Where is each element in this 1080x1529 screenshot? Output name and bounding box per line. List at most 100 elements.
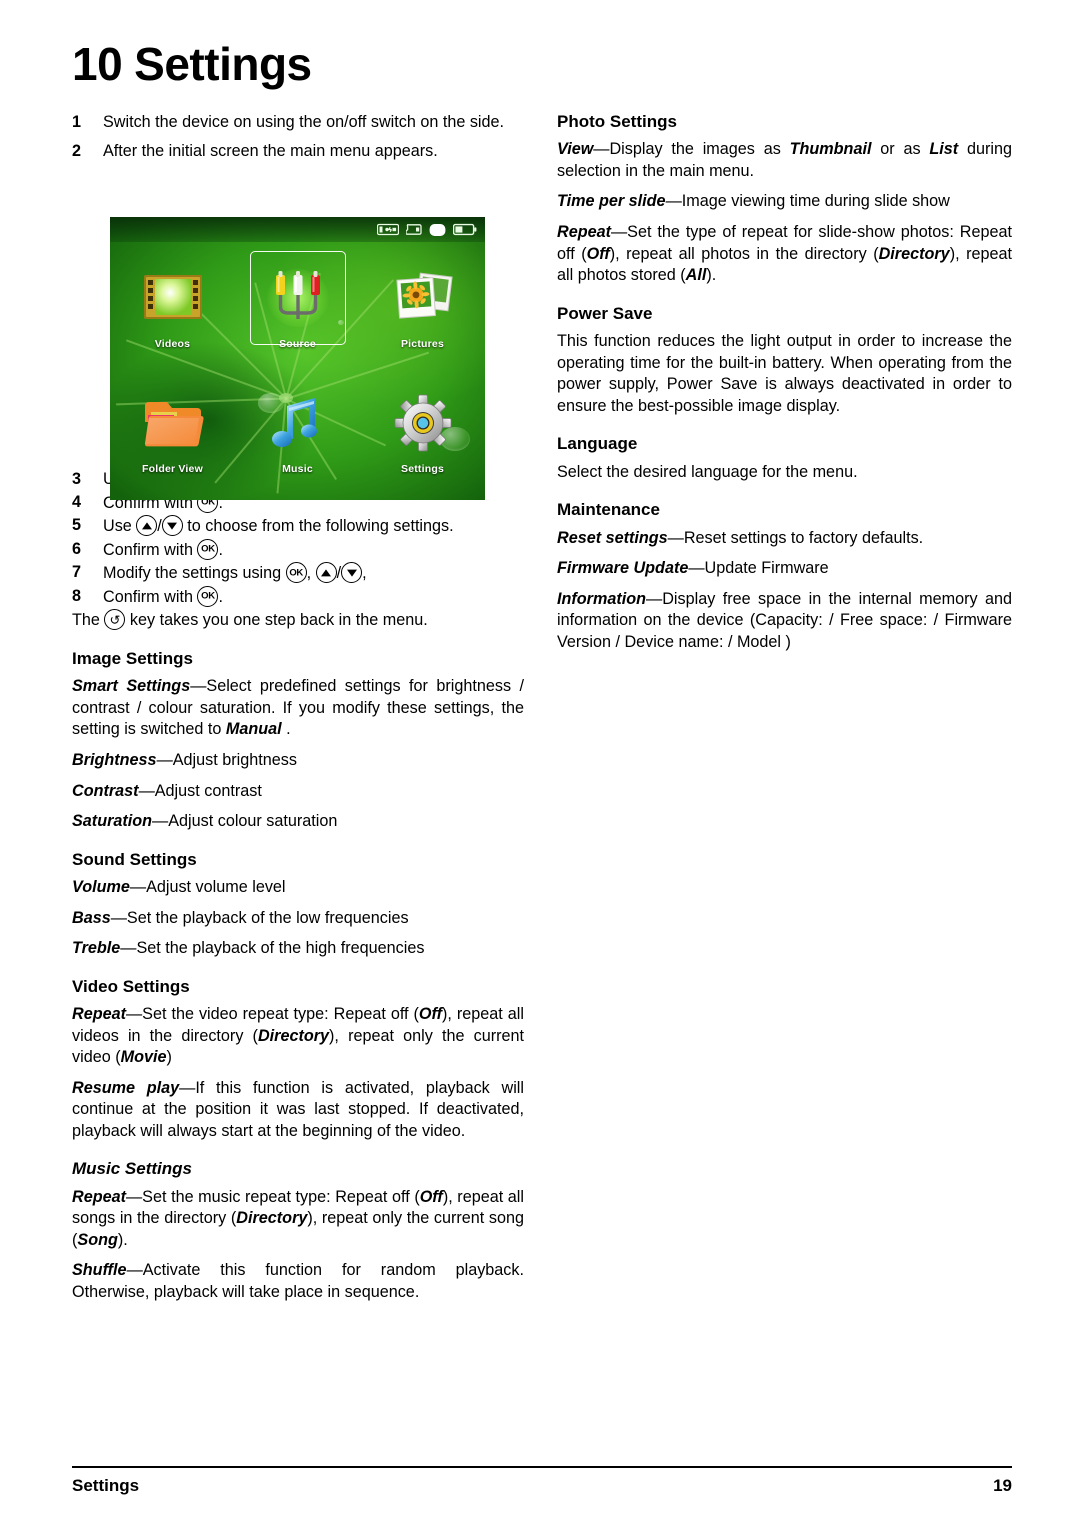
rca-cables-icon: [249, 251, 346, 346]
gear-icon: [389, 389, 457, 457]
text-reset-settings: —Reset settings to factory defaults.: [667, 528, 924, 547]
term-shuffle: Shuffle: [72, 1261, 127, 1280]
value-song: Song: [77, 1230, 118, 1249]
page-title: 10 Settings: [72, 40, 312, 88]
step-number: 6: [72, 539, 82, 558]
menu-label-pictures: Pictures: [400, 338, 445, 351]
film-strip-icon: [139, 264, 207, 332]
value-list: List: [929, 140, 959, 159]
text-music-repeat-a: —Set the music repeat type: Repeat off (: [125, 1187, 420, 1206]
heading-power-save: Power Save: [557, 303, 653, 323]
value-thumbnail: Thumbnail: [789, 140, 872, 159]
chapter-number: 10: [72, 38, 123, 90]
step-number: 5: [72, 516, 82, 535]
para-contrast: Contrast—Adjust contrast: [72, 781, 524, 803]
para-volume: Volume—Adjust volume level: [72, 877, 524, 899]
para-shuffle: Shuffle—Activate this function for rando…: [72, 1260, 524, 1303]
page-footer: Settings 19: [72, 1476, 1012, 1496]
text-photo-repeat-b: ), repeat all photos in the directory (: [609, 244, 879, 263]
menu-label-folder-view: Folder View: [142, 462, 203, 475]
step-number: 8: [72, 586, 82, 605]
step-text: After the initial screen the main menu a…: [103, 141, 438, 160]
term-smart-settings: Smart Settings: [72, 677, 191, 696]
term-video-repeat: Repeat: [72, 1005, 126, 1024]
step-text: Switch the device on using the on/off sw…: [103, 113, 505, 131]
heading-sound-settings: Sound Settings: [72, 849, 197, 869]
term-brightness: Brightness: [72, 750, 157, 769]
value-directory: Directory: [236, 1209, 308, 1228]
term-treble: Treble: [72, 939, 121, 958]
menu-item-source[interactable]: Source: [235, 245, 360, 370]
value-off: Off: [418, 1005, 443, 1024]
value-movie: Movie: [120, 1048, 167, 1067]
value-all: All: [685, 266, 707, 285]
para-power-save: This function reduces the light output i…: [557, 332, 1012, 415]
para-time-per-slide: Time per slide—Image viewing time during…: [557, 191, 1012, 213]
text-firmware-update: —Update Firmware: [688, 559, 829, 578]
step-2: 2 After the initial screen the main menu …: [72, 141, 524, 163]
step-number: 2: [72, 141, 82, 160]
text-bass: —Set the playback of the low frequencies: [110, 908, 409, 927]
menu-item-settings[interactable]: Settings: [360, 370, 485, 495]
heading-language: Language: [557, 434, 638, 454]
step-7-text-post: ,: [362, 564, 367, 583]
menu-item-pictures[interactable]: Pictures: [360, 245, 485, 370]
chapter-title-text: Settings: [134, 38, 312, 90]
footer-page-number: 19: [993, 1476, 1012, 1495]
ok-key-icon: OK: [197, 538, 219, 560]
para-language: Select the desired language for the menu…: [557, 462, 858, 481]
value-off: Off: [586, 244, 610, 263]
footer-chapter-name: Settings: [72, 1476, 140, 1495]
menu-label-music: Music: [282, 462, 313, 475]
back-key-note: The ↺ key takes you one step back in the…: [72, 609, 524, 632]
para-firmware-update: Firmware Update—Update Firmware: [557, 558, 1012, 580]
para-treble: Treble—Set the playback of the high freq…: [72, 938, 524, 960]
text-photo-repeat-d: ).: [706, 266, 717, 285]
menu-label-settings: Settings: [400, 462, 445, 475]
step-7-text-pre: Modify the settings using: [103, 564, 286, 583]
text-shuffle: —Activate this function for random playb…: [72, 1261, 524, 1301]
device-menu-screenshot: Videos Source Pictures Folder View Music…: [110, 217, 485, 500]
folder-icon: [139, 389, 207, 457]
step-number: 4: [72, 492, 82, 511]
up-key-icon: [315, 562, 337, 584]
back-key-icon: ↺: [104, 609, 126, 631]
para-saturation: Saturation—Adjust colour saturation: [72, 811, 524, 833]
text-smart-settings-b: .: [281, 720, 291, 739]
para-view: View—Display the images as Thumbnail or …: [557, 139, 1012, 182]
menu-label-videos: Videos: [154, 338, 191, 351]
step-8-text-pre: Confirm with: [103, 587, 198, 606]
ok-key-icon: OK: [197, 585, 219, 607]
term-information: Information: [557, 589, 647, 608]
ok-key-label: OK: [201, 590, 215, 602]
step-6-text-post: .: [218, 540, 223, 559]
back-note-pre: The: [72, 611, 105, 630]
music-note-icon: [264, 389, 332, 457]
term-reset-settings: Reset settings: [557, 528, 668, 547]
heading-photo-settings: Photo Settings: [557, 112, 677, 131]
step-6: 6 Confirm with OK.: [72, 538, 524, 562]
step-6-text-pre: Confirm with: [103, 540, 198, 559]
para-photo-repeat: Repeat—Set the type of repeat for slide-…: [557, 222, 1012, 287]
text-video-repeat-d: ): [166, 1048, 172, 1067]
term-photo-repeat: Repeat: [557, 223, 611, 242]
step-1: 1 Switch the device on using the on/off s…: [72, 112, 524, 134]
menu-item-folder-view[interactable]: Folder View: [110, 370, 235, 495]
text-volume: —Adjust volume level: [129, 877, 286, 896]
term-view: View: [557, 140, 594, 159]
step-8-text-post: .: [218, 587, 223, 606]
text-time-per-slide: —Image viewing time during slide show: [665, 192, 950, 211]
photos-icon: [389, 264, 457, 332]
menu-item-music[interactable]: Music: [235, 370, 360, 495]
menu-item-videos[interactable]: Videos: [110, 245, 235, 370]
down-key-icon: [161, 515, 183, 537]
value-directory: Directory: [878, 244, 950, 263]
text-video-repeat-a: —Set the video repeat type: Repeat off (: [125, 1005, 419, 1024]
text-contrast: —Adjust contrast: [138, 781, 262, 800]
value-directory: Directory: [257, 1026, 330, 1045]
step-5: 5 Use / to choose from the following sett…: [72, 515, 454, 537]
step-number: 3: [72, 470, 82, 489]
term-time-per-slide: Time per slide: [557, 192, 666, 211]
manual-page: 10 Settings 1 Switch the device on using t…: [0, 0, 1080, 1529]
ok-key-icon: OK: [285, 562, 307, 584]
